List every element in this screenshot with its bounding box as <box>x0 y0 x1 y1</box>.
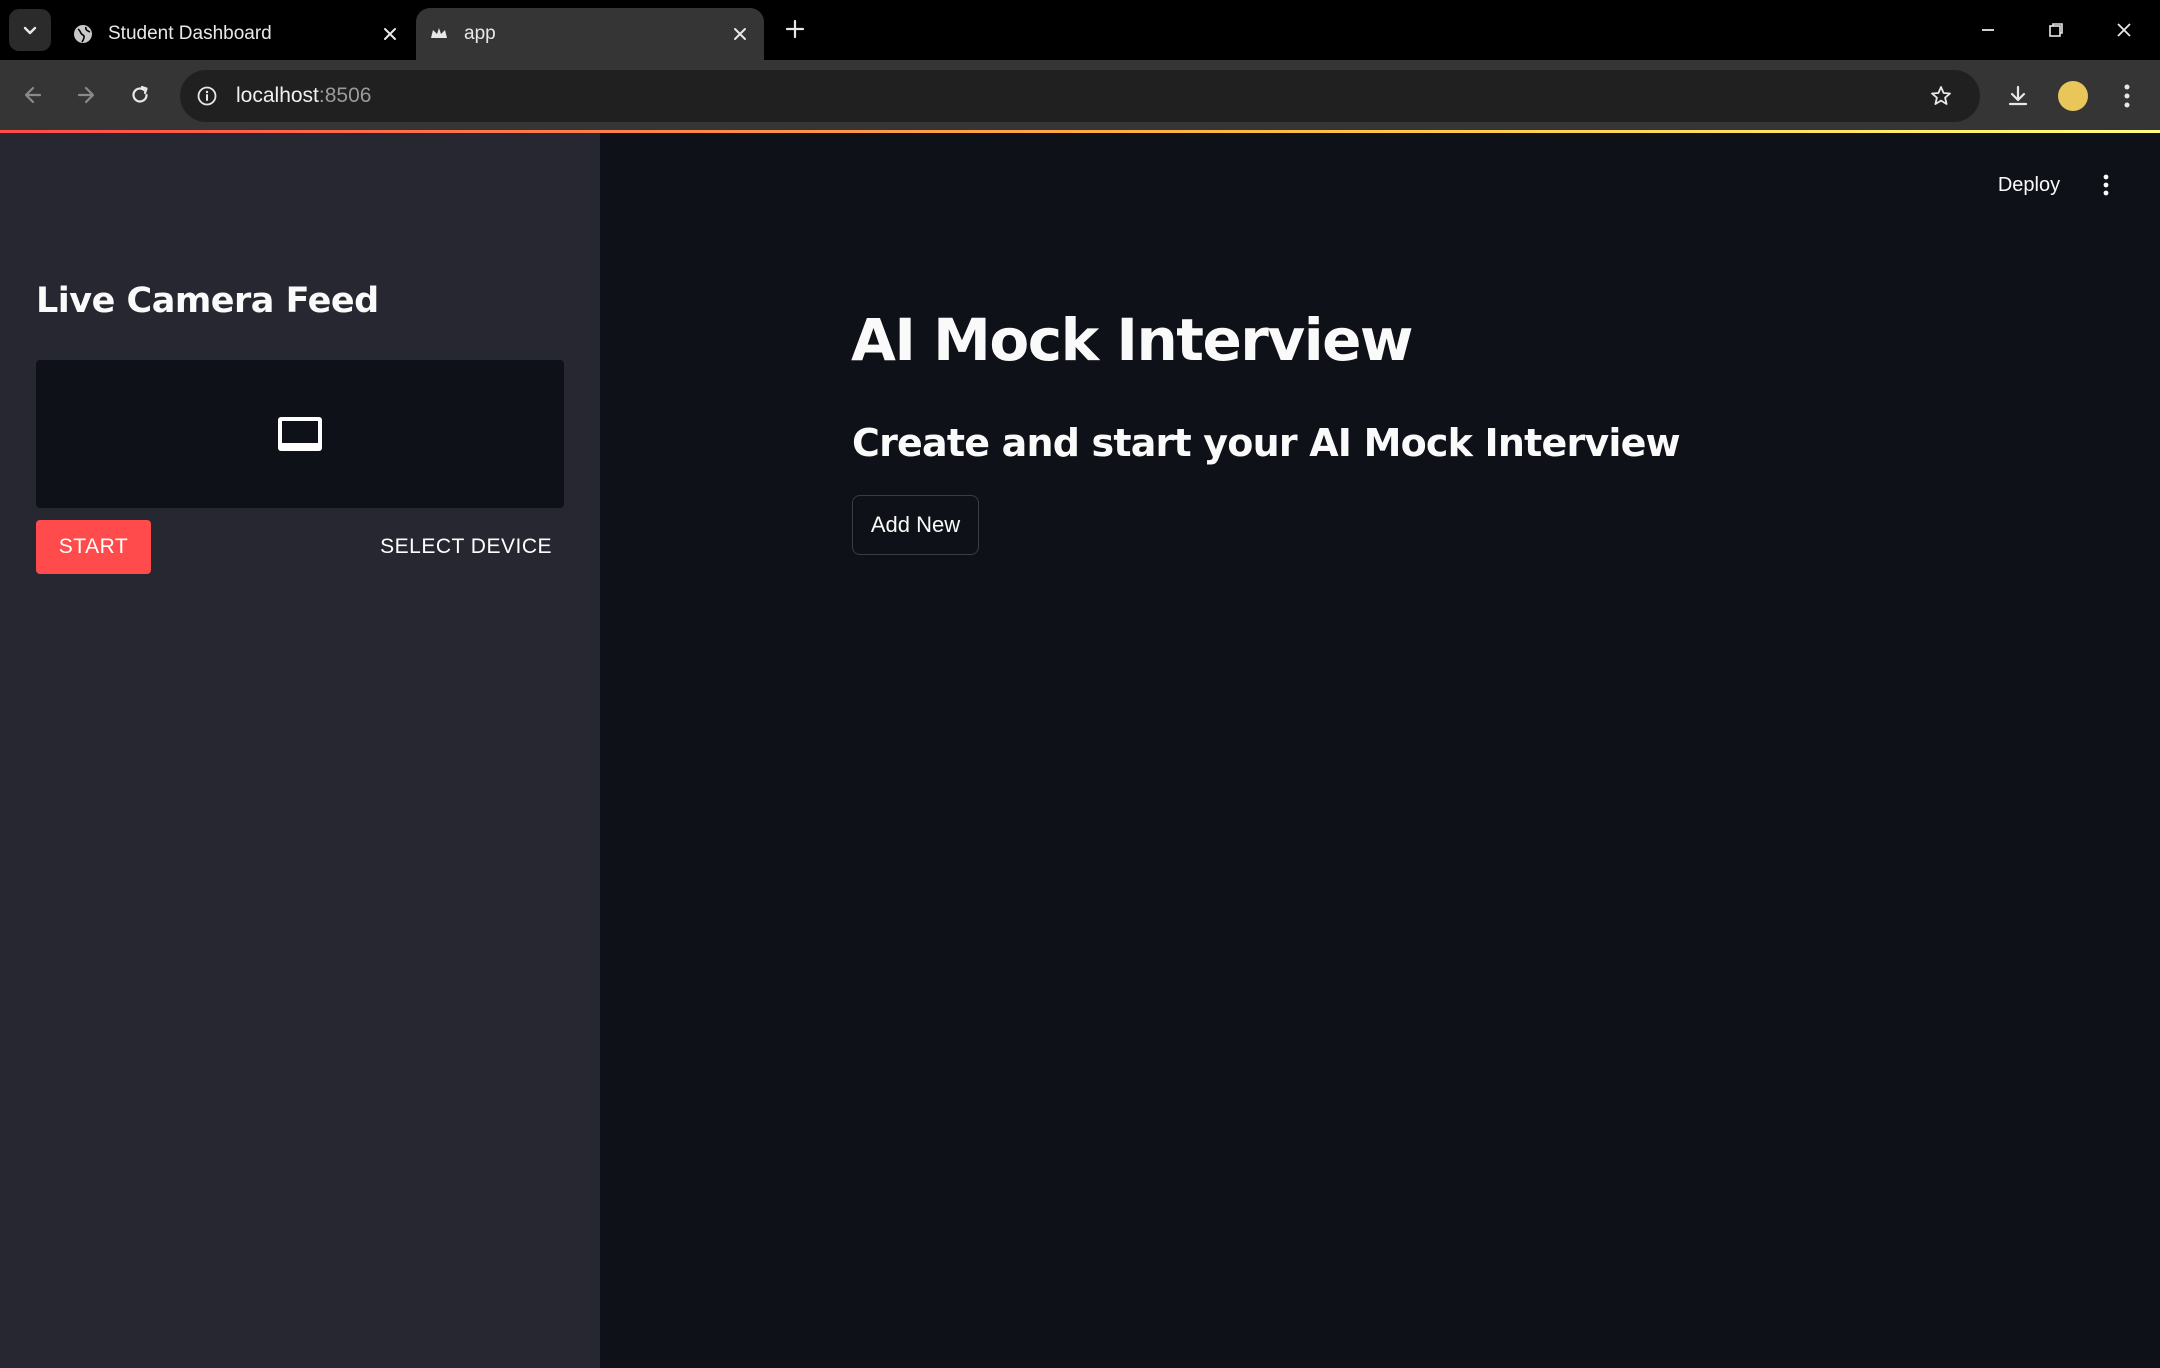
start-button[interactable]: START <box>36 520 151 574</box>
close-icon[interactable] <box>376 20 404 48</box>
tab-title: Student Dashboard <box>108 23 272 44</box>
streamlit-crown-icon <box>428 23 450 45</box>
bookmark-star-icon[interactable] <box>1926 81 1956 111</box>
app-menu-button[interactable] <box>2088 167 2124 203</box>
reload-icon <box>132 85 148 103</box>
arrow-right-icon <box>77 86 95 104</box>
url-host: localhost <box>236 84 319 107</box>
browser-menu-button[interactable] <box>2109 78 2145 114</box>
more-vertical-icon <box>2124 84 2130 108</box>
back-button[interactable] <box>14 76 52 114</box>
chevron-down-icon <box>23 26 37 35</box>
page-title: AI Mock Interview <box>851 306 1414 374</box>
tab-search-button[interactable] <box>9 9 51 51</box>
avatar <box>2058 81 2088 111</box>
browser-tab-bar: Student Dashboard app <box>0 0 2160 60</box>
address-bar[interactable]: localhost:8506 <box>180 70 1980 122</box>
tab-student-dashboard[interactable]: Student Dashboard <box>60 8 414 60</box>
url-port: :8506 <box>318 84 372 107</box>
profile-button[interactable] <box>2055 78 2091 114</box>
tab-title: app <box>464 23 496 44</box>
globe-icon <box>72 23 94 45</box>
forward-button[interactable] <box>67 76 105 114</box>
add-new-button[interactable]: Add New <box>852 495 979 555</box>
close-window-button[interactable] <box>2108 14 2140 46</box>
browser-toolbar: localhost:8506 <box>0 60 2160 130</box>
minimize-icon <box>1982 29 1994 31</box>
reload-button[interactable] <box>121 76 159 114</box>
new-tab-button[interactable] <box>780 14 810 44</box>
sidebar: Live Camera Feed START SELECT DEVICE <box>0 133 600 1368</box>
camera-video-frame <box>36 360 564 508</box>
close-icon <box>2117 23 2131 37</box>
select-device-button[interactable]: SELECT DEVICE <box>372 520 564 574</box>
restore-icon <box>2049 23 2063 37</box>
download-icon <box>2008 85 2028 106</box>
page-subtitle: Create and start your AI Mock Interview <box>852 421 1681 465</box>
arrow-left-icon <box>24 86 42 104</box>
plus-icon <box>785 19 805 39</box>
close-icon[interactable] <box>726 20 754 48</box>
tab-app[interactable]: app <box>416 8 764 60</box>
deploy-button[interactable]: Deploy <box>1980 167 2078 203</box>
downloads-button[interactable] <box>2000 78 2036 114</box>
minimize-button[interactable] <box>1972 14 2004 46</box>
more-vertical-icon <box>2103 174 2109 196</box>
video-placeholder-icon <box>278 417 322 451</box>
site-info-icon[interactable] <box>192 81 222 111</box>
restore-button[interactable] <box>2040 14 2072 46</box>
sidebar-title: Live Camera Feed <box>36 281 379 321</box>
